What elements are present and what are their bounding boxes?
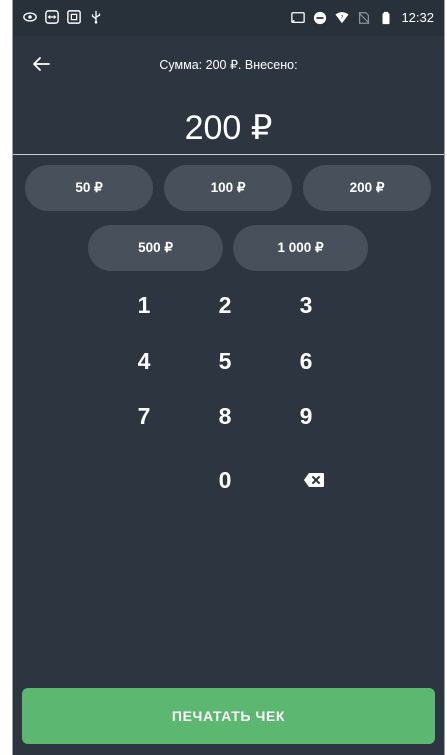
no-sim-icon [358,11,371,24]
do-not-disturb-icon [314,11,327,24]
quick-amount-button[interactable]: 50 ₽ [25,165,153,211]
print-receipt-button[interactable]: ПЕЧАТАТЬ ЧЕК [22,688,435,744]
key-4[interactable]: 4 [114,341,174,381]
key-3[interactable]: 3 [276,285,336,325]
app-screen: ? 12:32 Сумма: 200 ₽. Внесено: 200 ₽ 50 … [12,0,445,755]
quick-amount-button[interactable]: 1 000 ₽ [233,225,368,271]
cast-icon [291,11,306,23]
key-2[interactable]: 2 [195,285,255,325]
eye-icon [23,12,37,22]
status-right-icons: ? 12:32 [291,10,434,25]
key-6[interactable]: 6 [276,341,336,381]
svg-text:?: ? [341,14,344,20]
quick-amount-button[interactable]: 100 ₽ [164,165,292,211]
status-time: 12:32 [401,10,434,25]
usb-icon [91,10,101,24]
status-bar: ? 12:32 [13,0,444,36]
wifi-icon: ? [335,11,350,23]
amount-display: 200 ₽ [184,109,273,147]
backspace-button[interactable] [284,462,344,498]
key-7[interactable]: 7 [114,396,174,436]
key-5[interactable]: 5 [195,341,255,381]
divider [13,154,444,155]
key-8[interactable]: 8 [195,396,255,436]
screenshot-icon [67,10,81,24]
key-1[interactable]: 1 [114,285,174,325]
battery-icon [382,11,390,24]
page-title: Сумма: 200 ₽. Внесено: [159,58,298,72]
backspace-icon [304,473,324,487]
key-9[interactable]: 9 [276,396,336,436]
app-bar: Сумма: 200 ₽. Внесено: [13,44,444,84]
quick-amount-button[interactable]: 200 ₽ [303,165,431,211]
status-left-icons [23,10,103,24]
teamviewer-icon [45,10,59,24]
quick-amount-button[interactable]: 500 ₽ [88,225,223,271]
key-0[interactable]: 0 [195,460,255,500]
